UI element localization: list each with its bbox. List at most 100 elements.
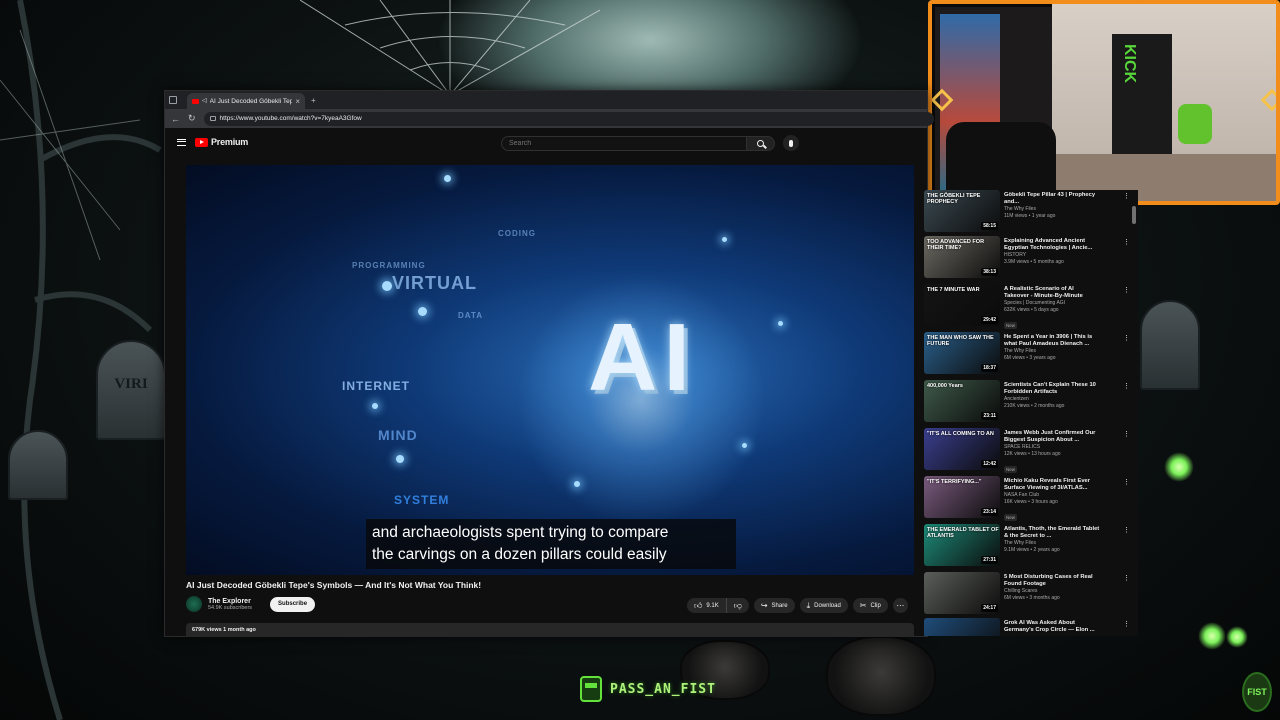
recommendation-thumbnail[interactable]: THE GÖBEKLI TEPE PROPHECY 58:15 [924,190,1000,232]
recommendation-title[interactable]: Grok AI Was Asked About Germany's Crop C… [1004,620,1100,634]
recommendation-channel[interactable]: Species | Documenting AGI [1004,300,1134,307]
subscribe-button[interactable]: Subscribe [270,596,316,612]
streamer-name: PASS_AN_FIST [610,681,716,697]
clip-button[interactable]: ✂ Clip [852,598,888,613]
url-field[interactable]: https://www.youtube.com/watch?v=7kyeaA3G… [203,111,934,126]
video-player[interactable]: PROGRAMMING VIRTUAL INTERNET MIND SYSTEM… [186,165,914,575]
tab-close-icon[interactable]: × [295,97,300,106]
recommendation-thumbnail[interactable]: THE EMERALD TABLET OF ATLANTIS 27:31 [924,524,1000,566]
recommendation-item[interactable]: 400,000 Years 23:11 Scientists Can't Expla… [924,380,1134,426]
kebab-menu-icon[interactable]: ⋮ [1123,478,1130,486]
recommendation-channel[interactable]: The Why Files [1004,206,1134,213]
tombstone-right [1140,300,1200,390]
recommendation-title[interactable]: 5 Most Disturbing Cases of Real Found Fo… [1004,574,1100,588]
like-button[interactable]: 👍︎ 9.1K [687,598,727,613]
recommendation-thumbnail[interactable]: 400,000 Years 23:11 [924,380,1000,422]
recommendation-title[interactable]: A Realistic Scenario of AI Takeover - Mi… [1004,286,1100,300]
tombstone-small [8,430,68,500]
recommendation-item[interactable]: "IT'S TERRIFYING..." 23:14 Michio Kaku Rev… [924,476,1134,522]
kebab-menu-icon[interactable]: ⋮ [1123,286,1130,294]
recommendation-item[interactable]: Grok AI Was Asked About Germany's Crop C… [924,618,1134,636]
kebab-menu-icon[interactable]: ⋮ [1123,192,1130,200]
video-title: AI Just Decoded Göbekli Tepe's Symbols —… [186,580,482,590]
overlay-word: VIRTUAL [392,273,477,293]
zombie-eye-far [1226,626,1248,648]
kebab-menu-icon[interactable]: ⋮ [1123,334,1130,342]
back-button[interactable]: ← [171,114,180,124]
tab-sidebar-icon[interactable] [169,96,177,104]
recommendation-thumbnail[interactable]: THE MAN WHO SAW THE FUTURE 18:37 [924,332,1000,374]
recommendation-title[interactable]: Scientists Can't Explain These 10 Forbid… [1004,382,1100,396]
webcam-banner-text: KICK [1121,44,1138,84]
thumbnail-text: 400,000 Years [927,383,963,389]
recommendation-item[interactable]: THE MAN WHO SAW THE FUTURE 18:37 He Spent … [924,332,1134,378]
recommendation-channel[interactable]: HISTORY [1004,252,1134,259]
share-button[interactable]: ↪ Share [753,598,795,613]
recommendation-channel[interactable]: The Why Files [1004,348,1134,355]
site-info-icon[interactable] [209,116,216,121]
video-duration: 24:17 [981,604,998,612]
network-node [574,481,580,487]
recommendation-title[interactable]: Göbekli Tepe Pillar 43 | Prophecy and... [1004,192,1100,206]
recommendation-title[interactable]: He Spent a Year in 3906 | This is what P… [1004,334,1100,348]
recommendation-item[interactable]: 24:17 5 Most Disturbing Cases of Real Fou… [924,572,1134,618]
recommendation-meta: 3.9M views • 5 months ago [1004,259,1064,265]
recommendation-channel[interactable]: Chilling Scares [1004,588,1134,595]
network-node [778,321,783,326]
recommendation-title[interactable]: Atlantis, Thoth, the Emerald Tablet & th… [1004,526,1100,540]
thumbnail-text: "IT'S ALL COMING TO AN [927,431,994,437]
search-button[interactable] [747,135,775,151]
more-actions-button[interactable]: ⋯ [892,598,908,613]
channel-info: The Explorer 54.9K subscribers [208,598,252,611]
recommendation-item[interactable]: TOO ADVANCED FOR THEIR TIME? 38:13 Explain… [924,236,1134,282]
new-tab-button[interactable]: + [311,96,316,105]
recommendation-channel[interactable]: The Why Files [1004,540,1134,547]
clip-label: Clip [870,602,881,609]
description-box[interactable]: 679K views 1 month ago [186,623,914,637]
recommendation-thumbnail[interactable]: 24:17 [924,572,1000,614]
recommendation-item[interactable]: THE EMERALD TABLET OF ATLANTIS 27:31 Atlan… [924,524,1134,570]
recommendation-channel[interactable]: SPACE RELICS [1004,444,1134,451]
voice-search-button[interactable] [783,135,799,151]
channel-name[interactable]: The Explorer [208,598,252,605]
kebab-menu-icon[interactable]: ⋮ [1123,574,1130,582]
recommendation-title[interactable]: James Webb Just Confirmed Our Biggest Su… [1004,430,1100,444]
search-input[interactable] [501,135,747,151]
recommendation-channel[interactable]: Ancientzen [1004,396,1134,403]
recommendation-item[interactable]: THE 7 MINUTE WAR 29:42 A Realistic Scenari… [924,284,1134,330]
recommendation-title[interactable]: Explaining Advanced Ancient Egyptian Tec… [1004,238,1100,252]
network-node [742,443,747,448]
reload-button[interactable]: ↻ [188,113,196,124]
thumbnail-text: TOO ADVANCED FOR THEIR TIME? [927,239,985,251]
recommendation-title[interactable]: Michio Kaku Reveals First Ever Surface V… [1004,478,1100,492]
kebab-menu-icon[interactable]: ⋮ [1123,620,1130,628]
recommendation-thumbnail[interactable] [924,618,1000,636]
recommendation-info: Göbekli Tepe Pillar 43 | Prophecy and...… [1004,190,1134,236]
video-stats: 679K views 1 month ago [192,627,256,633]
kebab-menu-icon[interactable]: ⋮ [1123,430,1130,438]
channel-avatar[interactable] [186,596,202,612]
recommendation-item[interactable]: THE GÖBEKLI TEPE PROPHECY 58:15 Göbekli Te… [924,190,1134,236]
recommendation-thumbnail[interactable]: THE 7 MINUTE WAR 29:42 [924,284,1000,326]
thumbnail-text: THE 7 MINUTE WAR [927,287,980,293]
hamburger-menu-icon[interactable] [177,138,186,146]
recommendation-meta: 9.1M views • 2 years ago [1004,547,1060,553]
recommendation-meta: 210K views • 2 months ago [1004,403,1065,409]
streamer-tag: PASS_AN_FIST [580,676,716,702]
recommendation-item[interactable]: "IT'S ALL COMING TO AN 12:42 James Webb Ju… [924,428,1134,474]
speaker-icon[interactable]: ◁ [202,98,207,104]
kebab-menu-icon[interactable]: ⋮ [1123,382,1130,390]
download-button[interactable]: ⤓ Download [799,598,848,613]
overlay-word: SYSTEM [394,493,450,507]
kebab-menu-icon[interactable]: ⋮ [1123,526,1130,534]
recommendation-thumbnail[interactable]: "IT'S ALL COMING TO AN 12:42 [924,428,1000,470]
overlay-word: CODING [498,229,536,238]
tombstone-left: VIRI [96,340,166,440]
recommendation-channel[interactable]: NASA Fan Club [1004,492,1134,499]
youtube-logo[interactable]: Premium [195,137,248,147]
tab-youtube[interactable]: ◁ AI Just Decoded Göbekli Tepe × [187,93,305,109]
dislike-button[interactable]: 👎︎ [726,598,749,613]
recommendation-thumbnail[interactable]: TOO ADVANCED FOR THEIR TIME? 38:13 [924,236,1000,278]
recommendation-thumbnail[interactable]: "IT'S TERRIFYING..." 23:14 [924,476,1000,518]
kebab-menu-icon[interactable]: ⋮ [1123,238,1130,246]
